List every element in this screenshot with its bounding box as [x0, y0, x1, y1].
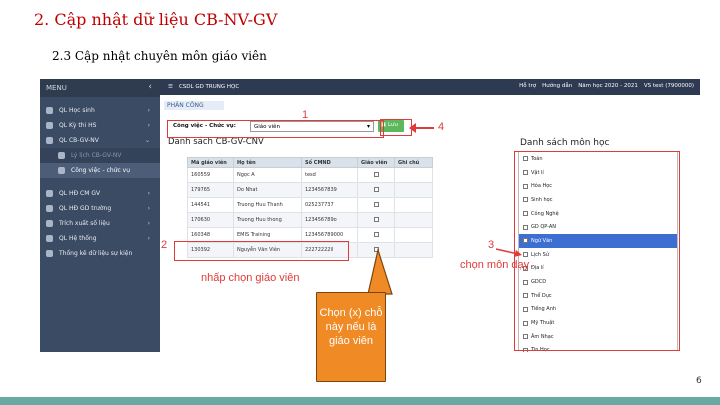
sidebar-item-hd-gd-truong[interactable]: QL HĐ GD trường ›: [40, 201, 160, 216]
step-1: 1: [302, 109, 309, 121]
monitor-icon: [46, 190, 53, 197]
table-row[interactable]: 144541 Truong Huu Thanh 025237737: [187, 197, 433, 213]
chevron-right-icon: ›: [147, 205, 150, 212]
table-row[interactable]: 170630 Truong Huu thong 123456789o: [187, 212, 433, 228]
pick-subject-note: chọn môn dạy: [460, 259, 530, 271]
chevron-right-icon: ›: [147, 122, 150, 129]
callout-pointer: [367, 248, 393, 295]
col-ghi-chu: Ghi chú: [394, 157, 433, 168]
highlight-subject-list: [514, 151, 680, 351]
arrow-3-line: [495, 248, 522, 257]
year-selector[interactable]: Năm học 2020 - 2021: [578, 83, 638, 89]
table-row[interactable]: 160559 Ngọc Atesd: [187, 167, 433, 183]
col-ho-ten: Họ tên: [233, 157, 302, 168]
support-link[interactable]: Hỗ trợ: [519, 83, 536, 89]
chevron-right-icon: ›: [147, 220, 150, 227]
slide-subtitle: 2.3 Cập nhật chuyên môn giáo viên: [52, 49, 267, 63]
user-menu[interactable]: VS test (7900000): [644, 83, 694, 89]
teacher-checkbox-callout: Chọn (x) chỗ này nếu là giáo viên: [316, 292, 386, 382]
staff-list-title: Danh sách CB-GV-CNV: [168, 137, 264, 147]
menu-label: MENU: [46, 84, 67, 92]
teacher-checkbox[interactable]: [373, 216, 379, 222]
chevron-right-icon: ›: [147, 107, 150, 114]
step-2: 2: [161, 239, 168, 251]
page-number: 6: [696, 376, 702, 386]
sidebar: MENU ‹ QL Học sinh › QL Kỳ thi HS › QL CB-…: [40, 79, 160, 352]
staff-icon: [46, 137, 53, 144]
chevron-right-icon: ›: [147, 235, 150, 242]
tab-phan-cong[interactable]: PHÂN CÔNG: [164, 101, 224, 110]
filter-icon: [46, 220, 53, 227]
profile-icon: [58, 152, 65, 159]
highlight-save-box: [380, 119, 412, 136]
sidebar-item-thong-ke[interactable]: Thống kê dữ liệu sự kiện: [40, 246, 160, 261]
chevron-down-icon: ⌄: [144, 137, 150, 144]
teacher-checkbox[interactable]: [373, 171, 379, 177]
sidebar-item-he-thong[interactable]: QL Hệ thống ›: [40, 231, 160, 246]
highlight-select-box: [167, 120, 384, 138]
col-ma-gv: Mã giáo viên: [187, 157, 234, 168]
teacher-checkbox[interactable]: [373, 186, 379, 192]
chevron-right-icon: ›: [147, 190, 150, 197]
sidebar-item-trich-xuat[interactable]: Trích xuất số liệu ›: [40, 216, 160, 231]
settings-icon: [46, 235, 53, 242]
step-4: 4: [438, 121, 445, 133]
sidebar-item-hd-cm-gv[interactable]: QL HĐ CM GV ›: [40, 186, 160, 201]
sidebar-header: MENU ‹: [40, 79, 160, 97]
app-title: CSDL GD TRUNG HỌC: [178, 84, 240, 90]
sidebar-item-ly-lich[interactable]: Lý lịch CB-GV-NV: [40, 148, 160, 163]
table-row[interactable]: 179765 Do Nhat 1234567839: [187, 182, 433, 198]
sidebar-item-cong-viec[interactable]: Công việc - chức vụ: [40, 163, 160, 178]
highlight-teacher-row: [174, 241, 349, 261]
subject-list-title: Danh sách môn học: [520, 138, 610, 148]
stats-icon: [46, 250, 53, 257]
col-giao-vien: Giáo viên: [357, 157, 395, 168]
pick-teacher-note: nhấp chọn giáo viên: [201, 272, 300, 284]
exam-icon: [46, 122, 53, 129]
slide-title: 2. Cập nhật dữ liệu CB-NV-GV: [34, 10, 278, 29]
top-bar: ☰ CSDL GD TRUNG HỌC Hỗ trợ Hướng dẫn Năm…: [160, 79, 700, 95]
guide-link[interactable]: Hướng dẫn: [542, 83, 572, 89]
sidebar-item-ql-cb-gv-nv[interactable]: QL CB-GV-NV ⌄: [40, 133, 160, 148]
teacher-checkbox[interactable]: [373, 201, 379, 207]
col-cmnd: Số CMND: [301, 157, 358, 168]
table-header: Mã giáo viên Họ tên Số CMND Giáo viên Gh…: [187, 157, 433, 168]
hamburger-icon[interactable]: ☰: [168, 84, 173, 90]
arrow-left-icon: [409, 123, 416, 133]
school-icon: [46, 205, 53, 212]
sidebar-item-ky-thi[interactable]: QL Kỳ thi HS ›: [40, 118, 160, 133]
user-icon: [58, 167, 65, 174]
student-icon: [46, 107, 53, 114]
sidebar-item-ql-hoc-sinh[interactable]: QL Học sinh ›: [40, 103, 160, 118]
chevron-left-icon[interactable]: ‹: [148, 82, 152, 92]
footer-bar: [0, 397, 720, 405]
teacher-checkbox[interactable]: [373, 231, 379, 237]
